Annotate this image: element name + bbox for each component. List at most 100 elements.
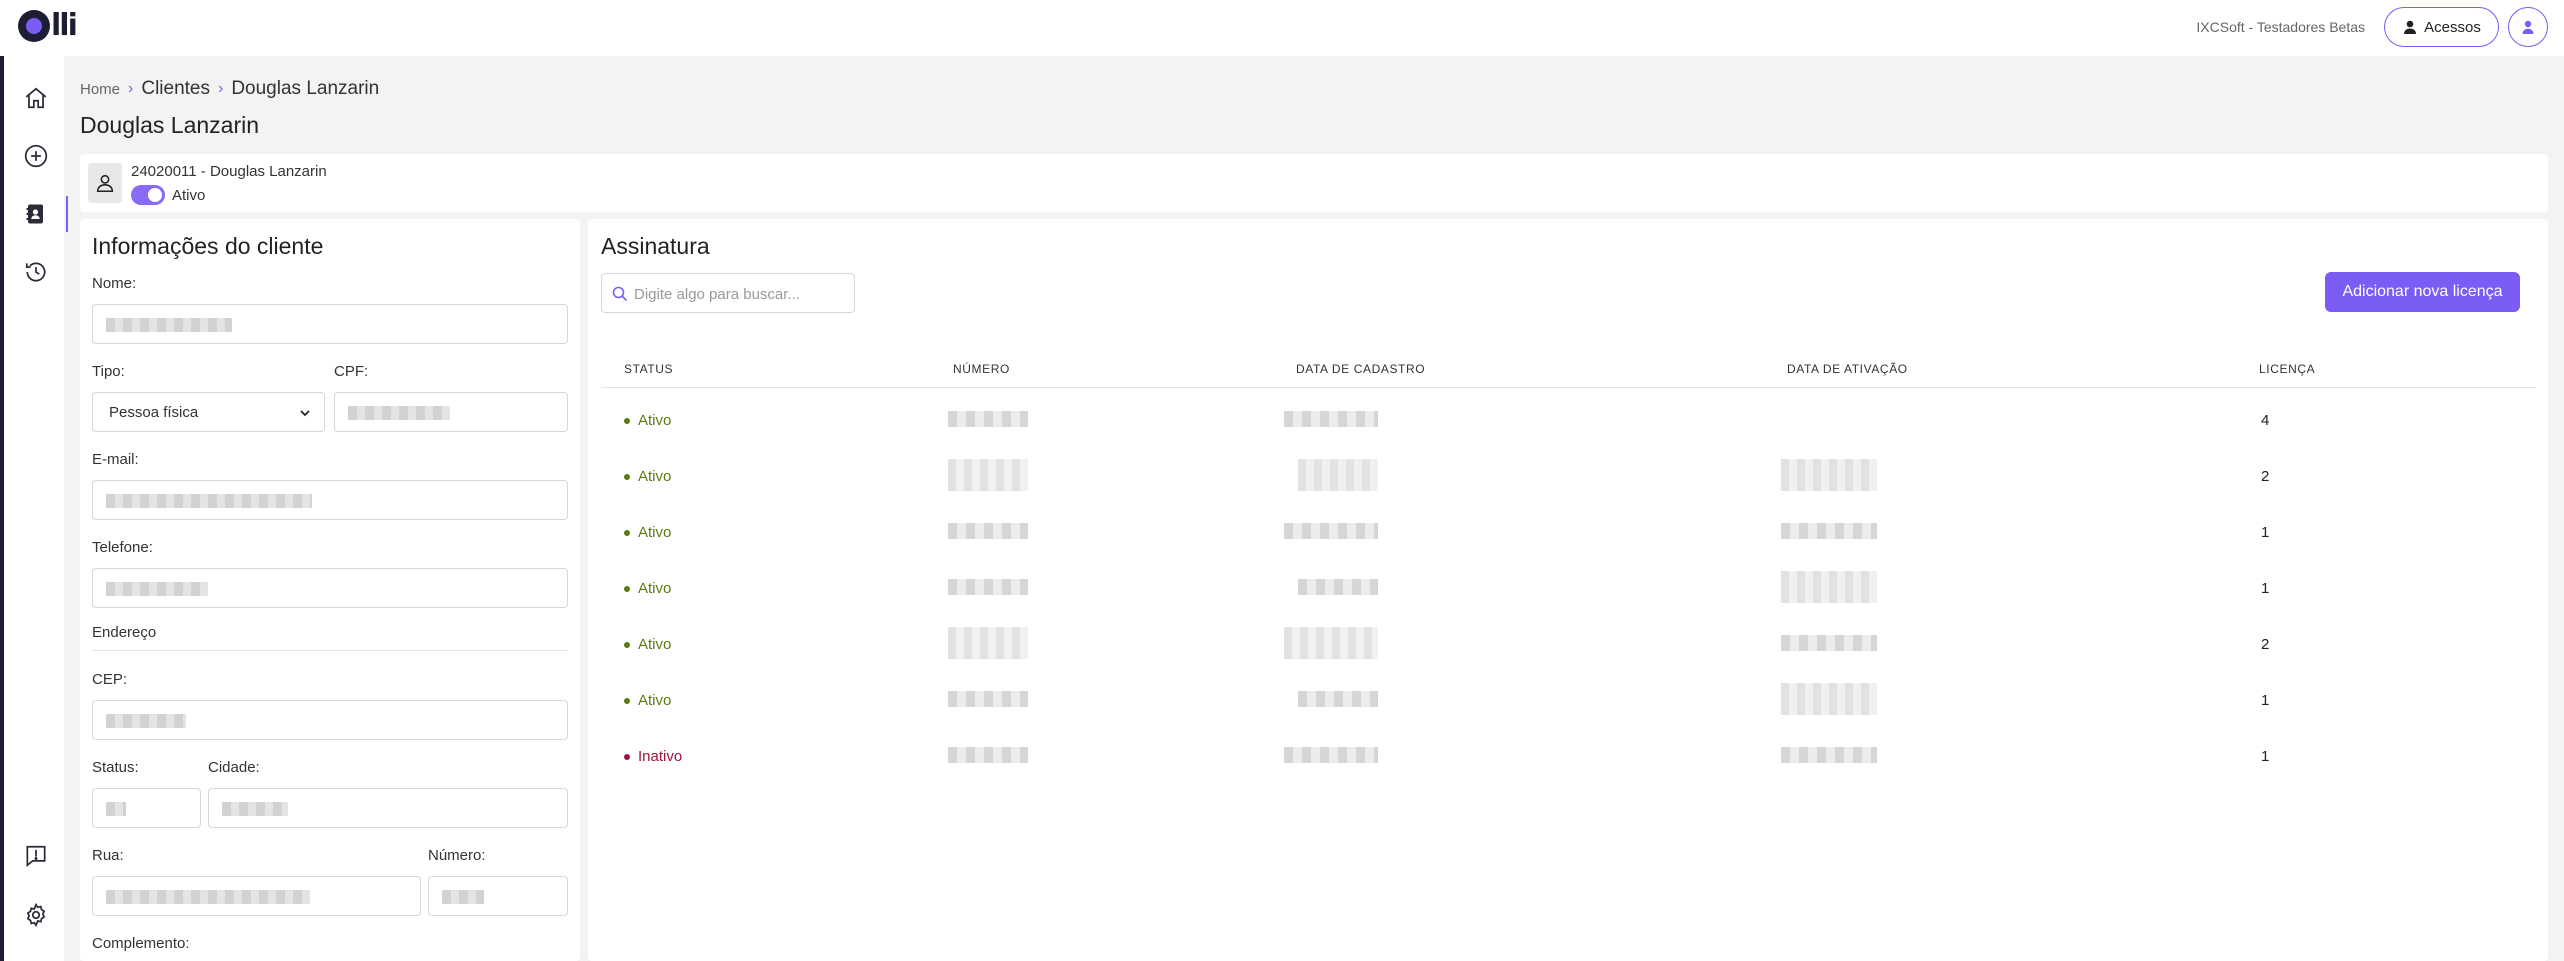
feedback-icon xyxy=(26,845,46,868)
complemento-label: Complemento: xyxy=(92,935,190,952)
redacted-data-cadastro xyxy=(1284,747,1378,763)
client-id-name: 24020011 - Douglas Lanzarin xyxy=(131,163,327,180)
breadcrumb-home[interactable]: Home xyxy=(80,81,120,98)
table-row[interactable]: Ativo 4 xyxy=(588,391,2548,447)
chevron-right-icon: › xyxy=(218,80,224,97)
top-bar: lli IXCSoft - Testadores Betas Acessos xyxy=(0,0,2564,56)
endereco-section-label: Endereço xyxy=(92,624,157,641)
email-label: E-mail: xyxy=(92,451,139,468)
email-field[interactable] xyxy=(92,480,568,520)
olli-logo[interactable]: lli xyxy=(18,9,80,43)
redacted-data-cadastro xyxy=(1298,691,1378,707)
redacted-data-ativacao xyxy=(1781,747,1877,763)
status-cell: Ativo xyxy=(624,468,671,485)
status-dot-icon xyxy=(624,697,630,704)
logo-text: lli xyxy=(51,8,78,43)
table-row[interactable]: Ativo 1 xyxy=(588,559,2548,615)
status-dot-icon xyxy=(624,641,630,648)
subscription-panel: Assinatura Adicionar nova licença STATUS… xyxy=(588,219,2548,961)
status-label: Status: xyxy=(92,759,139,776)
status-cell: Inativo xyxy=(624,748,682,765)
rua-field[interactable] xyxy=(92,876,421,916)
column-header-status: STATUS xyxy=(624,362,674,376)
column-header-licenca: LICENÇA xyxy=(2259,362,2316,376)
redacted-numero xyxy=(948,459,1028,491)
breadcrumb-current: Douglas Lanzarin xyxy=(231,78,380,99)
licenca-cell: 1 xyxy=(2261,692,2270,709)
telefone-field[interactable] xyxy=(92,568,568,608)
sidebar-item-feedback[interactable] xyxy=(14,836,58,876)
tipo-select[interactable]: Pessoa física xyxy=(92,392,325,432)
cep-field[interactable] xyxy=(92,700,568,740)
licenca-cell: 2 xyxy=(2261,468,2270,485)
search-input[interactable] xyxy=(634,283,844,305)
user-badge-icon xyxy=(2404,20,2417,34)
client-active-toggle[interactable] xyxy=(131,185,165,205)
redacted-value xyxy=(106,582,208,596)
search-box[interactable] xyxy=(601,273,855,313)
status-field[interactable] xyxy=(92,788,201,828)
redacted-value xyxy=(442,890,484,904)
status-dot-icon xyxy=(624,529,630,536)
status-dot-icon xyxy=(624,585,630,592)
acessos-label: Acessos xyxy=(2424,18,2481,36)
redacted-data-ativacao xyxy=(1781,571,1877,603)
numero-label: Número: xyxy=(428,847,486,864)
table-row[interactable]: Ativo 1 xyxy=(588,671,2548,727)
user-avatar-button[interactable] xyxy=(2508,7,2548,47)
numero-field[interactable] xyxy=(428,876,568,916)
redacted-value xyxy=(106,714,186,728)
contacts-icon xyxy=(26,204,43,224)
status-text: Ativo xyxy=(638,580,672,597)
licenca-cell: 2 xyxy=(2261,636,2270,653)
licenca-cell: 1 xyxy=(2261,580,2270,597)
redacted-value xyxy=(106,802,126,816)
table-row[interactable]: Ativo 2 xyxy=(588,615,2548,671)
add-license-button[interactable]: Adicionar nova licença xyxy=(2325,272,2520,312)
sidebar-item-home[interactable] xyxy=(14,78,58,118)
cpf-field[interactable] xyxy=(334,392,568,432)
nome-field[interactable] xyxy=(92,304,568,344)
cidade-field[interactable] xyxy=(208,788,568,828)
redacted-data-cadastro xyxy=(1284,523,1378,539)
sidebar-item-history[interactable] xyxy=(14,252,58,292)
redacted-data-cadastro xyxy=(1298,459,1378,491)
chevron-down-icon xyxy=(300,410,310,417)
status-text: Ativo xyxy=(638,412,672,429)
redacted-data-ativacao xyxy=(1781,459,1877,491)
history-icon xyxy=(25,262,46,282)
table-row[interactable]: Inativo 1 xyxy=(588,727,2548,783)
sidebar-item-settings[interactable] xyxy=(14,895,58,935)
licenca-cell: 1 xyxy=(2261,524,2270,541)
sidebar-item-add[interactable] xyxy=(14,136,58,176)
breadcrumb-clientes[interactable]: Clientes xyxy=(141,78,210,100)
table-row[interactable]: Ativo 1 xyxy=(588,503,2548,559)
redacted-numero xyxy=(948,523,1028,539)
status-text: Ativo xyxy=(638,692,672,709)
add-circle-icon xyxy=(24,144,48,168)
column-header-numero: NÚMERO xyxy=(953,362,1010,376)
redacted-data-ativacao xyxy=(1781,523,1877,539)
info-panel-title: Informações do cliente xyxy=(92,233,324,259)
redacted-numero xyxy=(948,747,1028,763)
status-dot-icon xyxy=(624,473,630,480)
table-row[interactable]: Ativo 2 xyxy=(588,447,2548,503)
acessos-button[interactable]: Acessos xyxy=(2384,7,2499,47)
licenca-cell: 4 xyxy=(2261,412,2270,429)
redacted-data-cadastro xyxy=(1284,627,1378,659)
redacted-value xyxy=(348,406,450,420)
search-icon xyxy=(612,286,628,302)
column-header-data-cadastro: DATA DE CADASTRO xyxy=(1296,362,1426,376)
cpf-label: CPF: xyxy=(334,363,369,380)
status-cell: Ativo xyxy=(624,412,671,429)
sidebar-item-clients[interactable] xyxy=(14,194,68,234)
redacted-data-ativacao xyxy=(1781,635,1877,651)
redacted-value xyxy=(106,890,310,904)
status-text: Inativo xyxy=(638,748,683,765)
logo-mark-icon xyxy=(18,10,50,42)
redacted-numero xyxy=(948,691,1028,707)
redacted-data-cadastro xyxy=(1298,579,1378,595)
redacted-data-cadastro xyxy=(1284,411,1378,427)
status-text: Ativo xyxy=(638,468,672,485)
client-info-panel: Informações do cliente Nome: Tipo: Pesso… xyxy=(80,219,580,961)
